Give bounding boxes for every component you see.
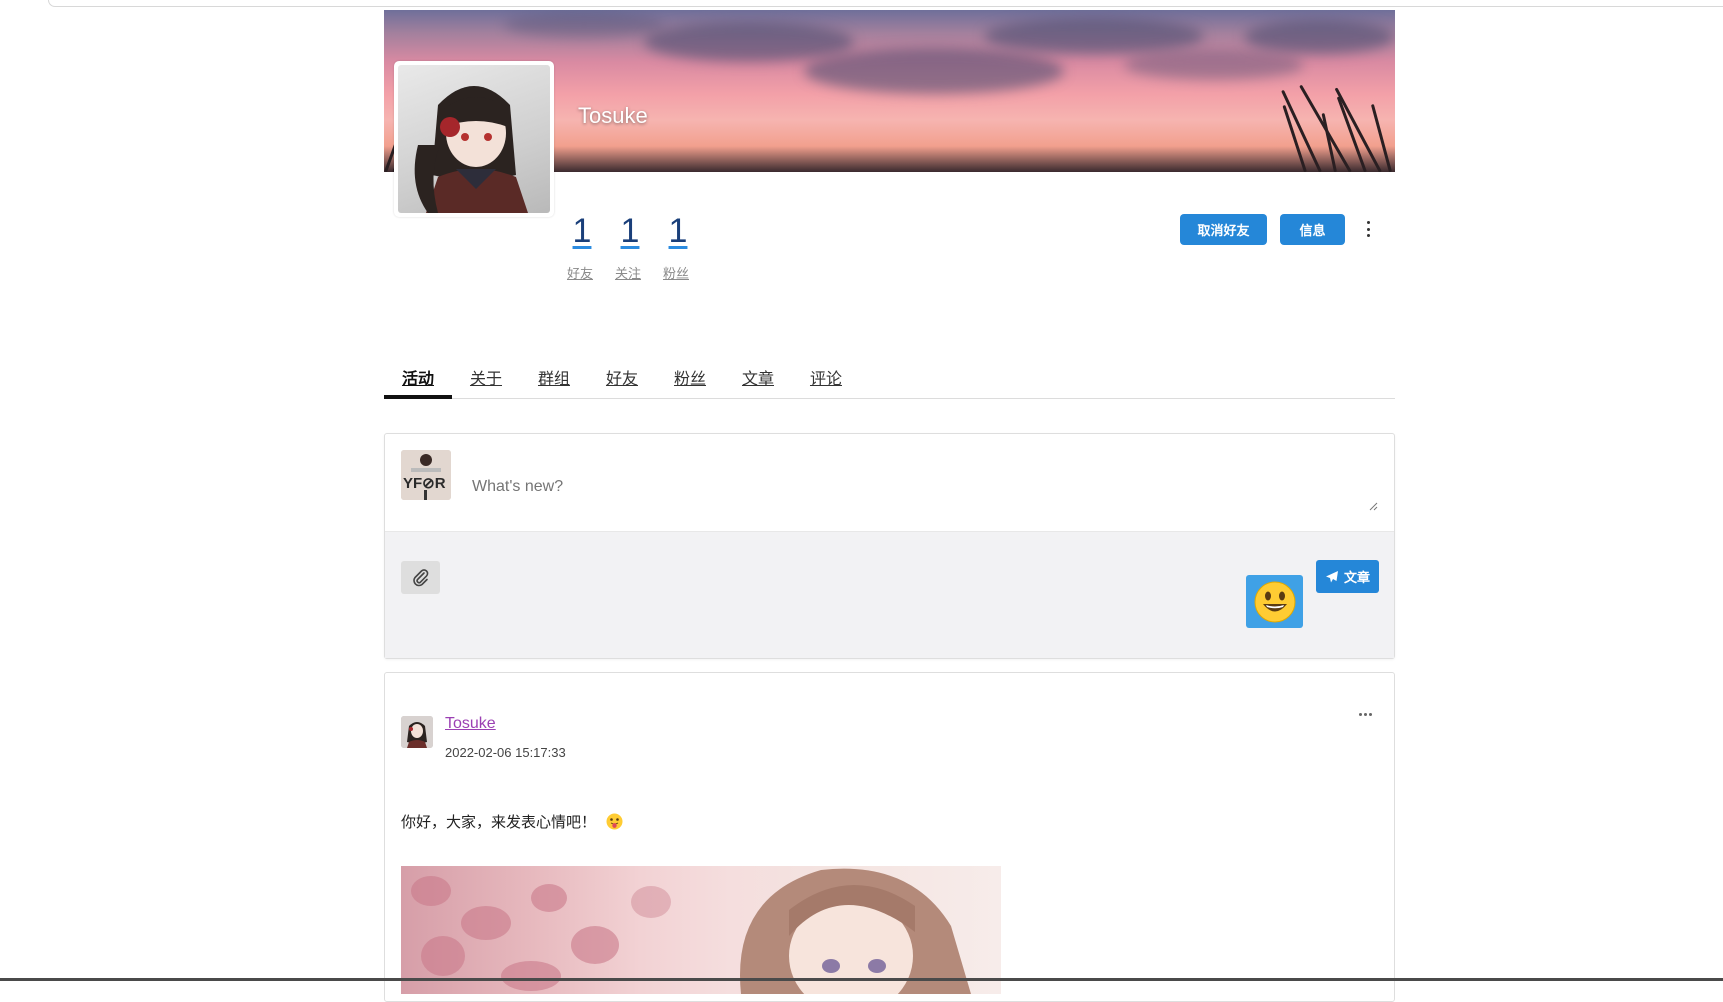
whats-new-input[interactable] — [467, 464, 1379, 512]
stat-following[interactable]: 1 关注 — [615, 213, 644, 282]
post-image[interactable] — [401, 866, 1001, 994]
tab-activity[interactable]: 活动 — [384, 347, 452, 399]
stat-friends[interactable]: 1 好友 — [567, 213, 596, 282]
resize-handle-icon[interactable] — [1369, 502, 1378, 511]
post-author-link[interactable]: Tosuke — [445, 715, 496, 733]
composer-avatar-text: YF⊘R — [403, 475, 446, 492]
tab-friends[interactable]: 好友 — [588, 347, 656, 399]
stat-following-label[interactable]: 关注 — [612, 263, 644, 282]
tab-followers[interactable]: 粉丝 — [656, 347, 724, 399]
post-content: 你好，大家，来发表心情吧！ — [401, 811, 623, 832]
attach-button[interactable] — [401, 561, 440, 594]
tab-articles[interactable]: 文章 — [724, 347, 792, 399]
paper-plane-icon — [1325, 570, 1338, 582]
message-button[interactable]: 信息 — [1280, 214, 1345, 245]
composer-avatar: YF⊘R — [401, 450, 451, 500]
profile-tabs: 活动 关于 群组 好友 粉丝 文章 评论 — [384, 347, 1395, 399]
stat-following-count[interactable]: 1 — [616, 213, 644, 249]
post-timestamp: 2022-02-06 15:17:33 — [445, 745, 566, 760]
stat-followers-count[interactable]: 1 — [664, 213, 692, 249]
profile-username: Tosuke — [578, 103, 648, 128]
tab-comments[interactable]: 评论 — [792, 347, 860, 399]
tab-about[interactable]: 关于 — [452, 347, 520, 399]
stat-friends-label[interactable]: 好友 — [564, 263, 596, 282]
post-update-label: 文章 — [1343, 570, 1370, 585]
emoji-picker-button[interactable] — [1246, 575, 1303, 628]
stat-friends-count[interactable]: 1 — [568, 213, 596, 249]
post-author-avatar[interactable] — [401, 716, 433, 748]
post-update-button[interactable]: 文章 — [1316, 560, 1379, 593]
activity-composer: YF⊘R What's new? 文章 — [384, 433, 1395, 659]
profile-avatar[interactable] — [394, 61, 554, 217]
profile-stats: 1 好友 1 关注 1 粉丝 — [567, 213, 692, 282]
more-horizontal-icon[interactable] — [1359, 713, 1372, 716]
smiley-emoji-icon — [1254, 581, 1295, 622]
post-text: 你好，大家，来发表心情吧！ — [401, 814, 597, 831]
activity-item: Tosuke 2022-02-06 15:17:33 你好，大家，来发表心情吧！ — [384, 672, 1395, 1002]
tab-groups[interactable]: 群组 — [520, 347, 588, 399]
stat-followers[interactable]: 1 粉丝 — [663, 213, 692, 282]
browser-top-edge — [0, 0, 1723, 10]
tongue-emoji-icon — [606, 813, 623, 830]
unfriend-button[interactable]: 取消好友 — [1180, 214, 1267, 245]
paperclip-icon — [412, 568, 428, 586]
more-vertical-icon[interactable] — [1365, 221, 1371, 237]
stat-followers-label[interactable]: 粉丝 — [660, 263, 692, 282]
